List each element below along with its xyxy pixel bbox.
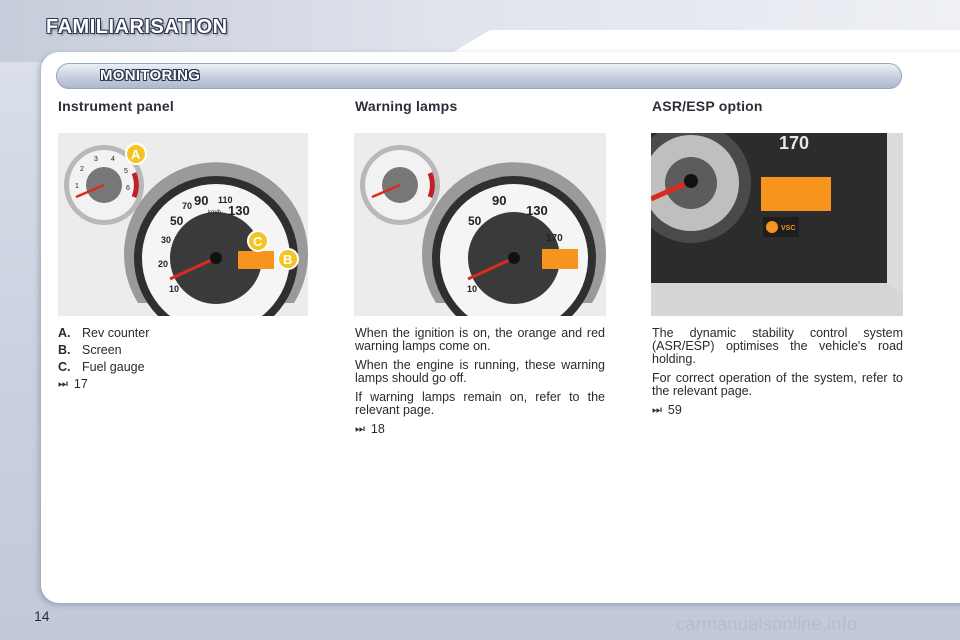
speed-label-20: 20 — [158, 259, 168, 269]
asr-esp-photo: 170 VSC — [651, 133, 903, 316]
instrument-panel-illustration: 10 20 30 50 70 90 110 130 km/h 1 2 3 4 5… — [58, 133, 308, 316]
paragraph: When the engine is running, these warnin… — [355, 358, 605, 385]
double-arrow-right-icon: ⏭ — [355, 423, 365, 435]
paragraph: For correct operation of the system, ref… — [652, 371, 903, 398]
page-reference[interactable]: ⏭ 17 — [58, 378, 308, 391]
legend-label: Fuel gauge — [82, 360, 145, 374]
page-title: FAMILIARISATION — [46, 16, 228, 38]
warning-lamps-text: When the ignition is on, the orange and … — [355, 327, 605, 436]
callout-b-label: B — [283, 252, 292, 267]
speed-label-10: 10 — [467, 284, 477, 294]
page-reference-number: 59 — [667, 403, 682, 417]
warning-lamps-illustration: 10 50 90 130 170 — [354, 133, 606, 316]
speed-label-130: 130 — [228, 203, 250, 218]
page-reference-number: 17 — [73, 377, 88, 391]
heading-instrument-panel: Instrument panel — [58, 98, 174, 114]
paragraph: When the ignition is on, the orange and … — [355, 326, 605, 353]
speed-label-30: 30 — [161, 235, 171, 245]
speed-label-170: 170 — [779, 133, 809, 153]
heading-warning-lamps: Warning lamps — [355, 98, 458, 114]
rev-label-1: 1 — [75, 183, 79, 190]
asr-esp-illustration: 170 VSC — [651, 133, 903, 316]
speed-label-10: 10 — [169, 284, 179, 294]
speed-label-50: 50 — [170, 214, 184, 228]
instrument-panel-legend: A. Rev counter B. Screen C. Fuel gauge ⏭… — [58, 327, 308, 391]
legend-key: A. — [58, 326, 71, 340]
vsc-warning-icon — [766, 221, 778, 233]
heading-asr-esp-option: ASR/ESP option — [652, 98, 763, 114]
page-reference[interactable]: ⏭ 18 — [355, 423, 605, 436]
page-reference[interactable]: ⏭ 59 — [652, 404, 903, 417]
legend-key: B. — [58, 343, 71, 357]
legend-item-a: A. Rev counter — [58, 327, 308, 340]
rev-label-3: 3 — [94, 156, 98, 163]
double-arrow-right-icon: ⏭ — [652, 404, 662, 416]
watermark: carmanualsonline.info — [676, 614, 858, 634]
speed-label-70: 70 — [182, 201, 192, 211]
rev-label-6: 6 — [126, 185, 130, 192]
legend-label: Screen — [82, 343, 122, 357]
speed-label-50: 50 — [468, 214, 482, 228]
callout-c-label: C — [253, 234, 263, 249]
section-title: MONITORING — [100, 67, 201, 84]
callout-a-label: A — [131, 147, 141, 162]
rev-label-2: 2 — [80, 166, 84, 173]
paragraph: The dynamic stability control system (AS… — [652, 326, 903, 366]
vsc-label: VSC — [781, 225, 795, 232]
speed-label-90: 90 — [194, 193, 208, 208]
panel-notch — [450, 30, 960, 54]
rev-label-5: 5 — [124, 168, 128, 175]
speed-label-90: 90 — [492, 193, 506, 208]
double-arrow-right-icon: ⏭ — [58, 378, 68, 390]
instrument-panel-photo: 10 20 30 50 70 90 110 130 km/h 1 2 3 4 5… — [58, 133, 308, 316]
rev-label-4: 4 — [111, 156, 115, 163]
paragraph: If warning lamps remain on, refer to the… — [355, 390, 605, 417]
warning-lamps-photo: 10 50 90 130 170 — [354, 133, 606, 316]
speed-label-130: 130 — [526, 203, 548, 218]
legend-key: C. — [58, 360, 71, 374]
speed-unit: km/h — [208, 210, 221, 216]
legend-label: Rev counter — [82, 326, 150, 340]
speed-label-170: 170 — [546, 233, 563, 244]
legend-item-c: C. Fuel gauge — [58, 361, 308, 374]
page-number: 14 — [34, 608, 50, 624]
asr-esp-text: The dynamic stability control system (AS… — [652, 327, 903, 417]
page-reference-number: 18 — [370, 422, 385, 436]
legend-item-b: B. Screen — [58, 344, 308, 357]
